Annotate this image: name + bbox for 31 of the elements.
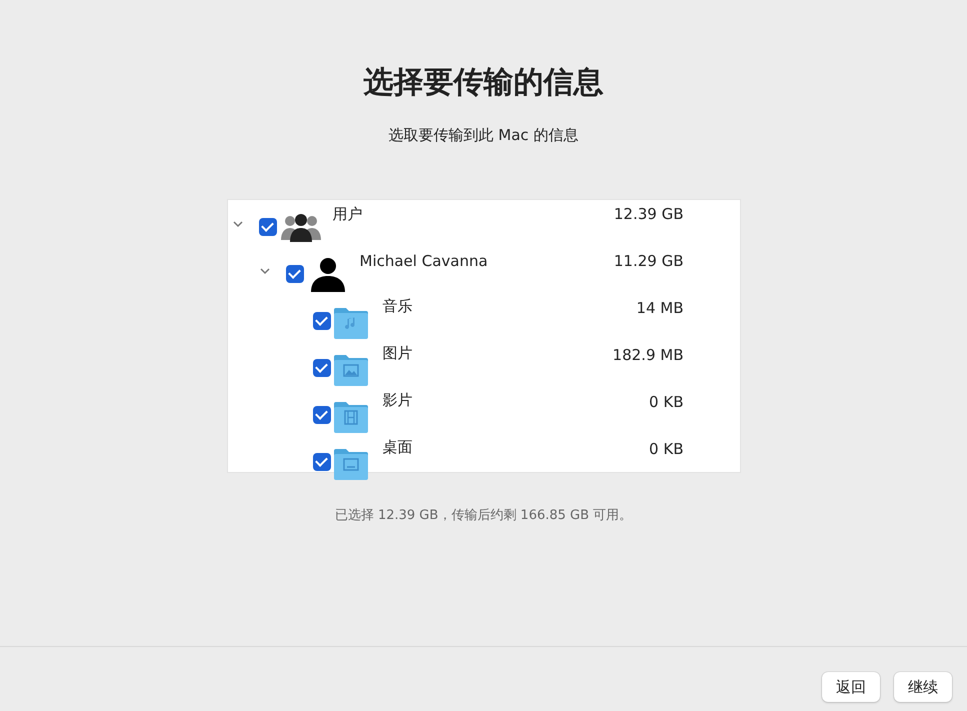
checkbox[interactable] (258, 218, 276, 236)
item-size: 14 MB (636, 299, 684, 317)
item-size: 0 KB (649, 440, 684, 458)
summary-text: 已选择 12.39 GB，传输后约剩 166.85 GB 可用。 (334, 507, 632, 524)
item-size: 182.9 MB (612, 346, 684, 364)
item-size: 0 KB (649, 393, 684, 411)
picture-folder-icon (332, 352, 368, 386)
checkbox[interactable] (286, 264, 304, 282)
item-label: Michael Cavanna (360, 252, 489, 270)
continue-button[interactable]: 继续 (894, 672, 952, 702)
checkbox[interactable] (312, 406, 330, 424)
page-title: 选择要传输的信息 (364, 64, 604, 102)
desktop-folder-icon (332, 446, 368, 480)
music-folder-icon (332, 306, 368, 340)
people-icon (280, 212, 320, 242)
film-folder-icon (332, 400, 368, 434)
chevron-icon[interactable] (258, 266, 270, 274)
item-size: 12.39 GB (614, 205, 684, 223)
person-icon (310, 256, 346, 292)
item-label: 影片 (382, 391, 414, 410)
item-label: 图片 (382, 344, 414, 363)
item-size: 11.29 GB (614, 252, 684, 270)
chevron-icon[interactable] (232, 220, 244, 228)
checkbox[interactable] (312, 452, 330, 470)
item-label: 桌面 (382, 438, 414, 457)
checkbox[interactable] (312, 358, 330, 376)
back-button[interactable]: 返回 (822, 672, 880, 702)
item-label: 音乐 (382, 297, 414, 316)
checkbox[interactable] (312, 312, 330, 330)
item-label: 用户 (332, 205, 364, 224)
page-subtitle: 选取要传输到此 Mac 的信息 (388, 126, 578, 145)
